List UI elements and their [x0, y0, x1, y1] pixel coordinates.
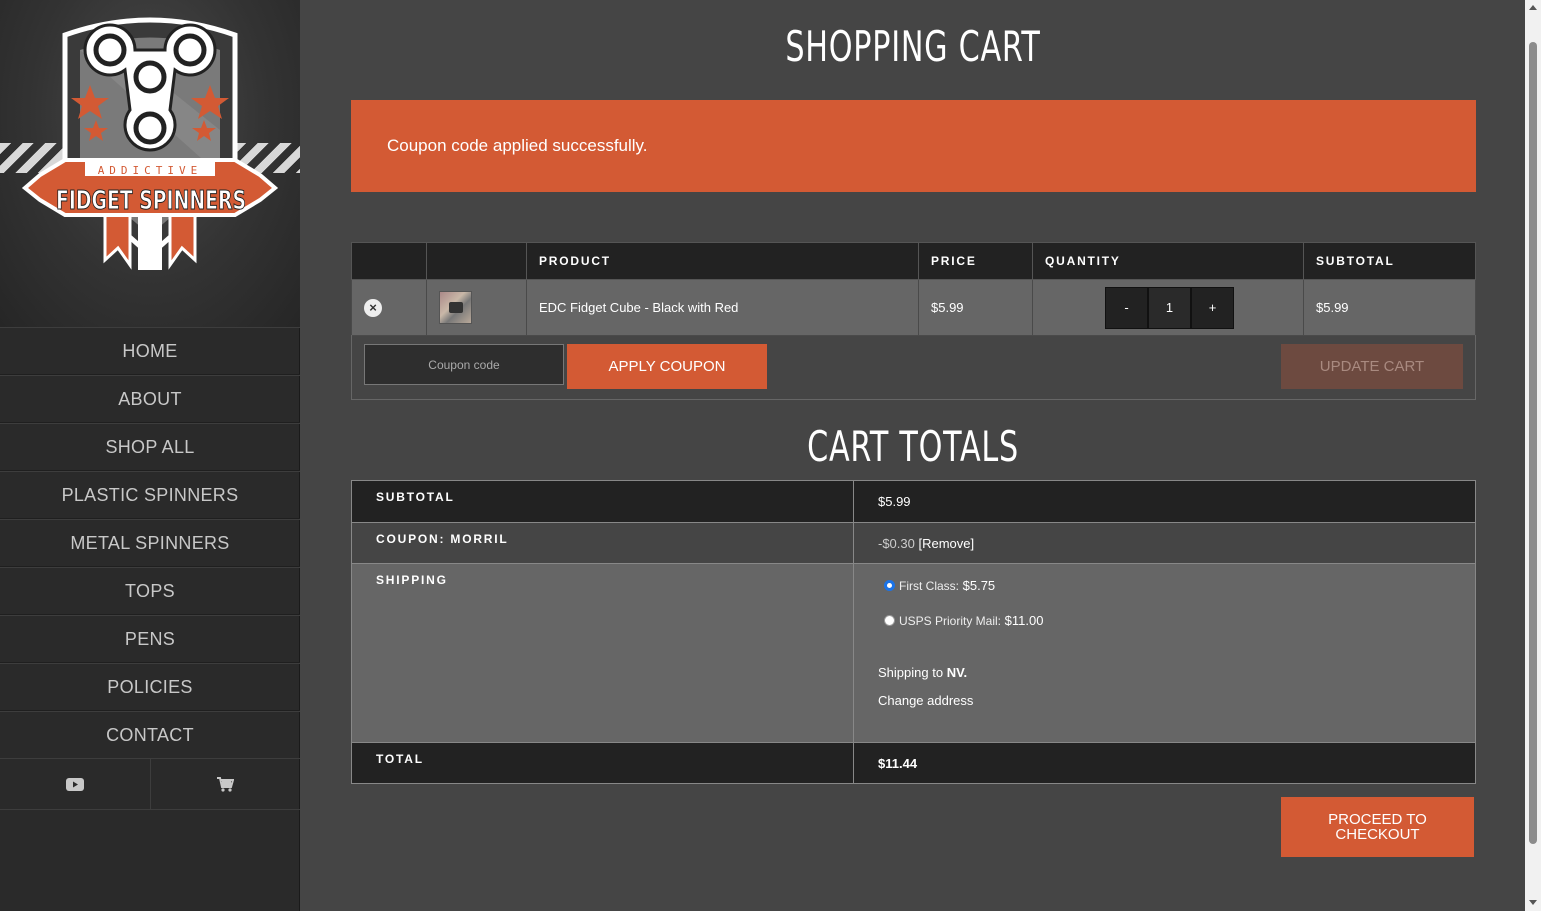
shipping-option-priority[interactable]: USPS Priority Mail: $11.00 — [884, 613, 1475, 665]
nav-item-plastic-spinners[interactable]: PLASTIC SPINNERS — [0, 471, 300, 519]
nav-item-metal-spinners[interactable]: METAL SPINNERS — [0, 519, 300, 567]
scroll-up-icon[interactable] — [1529, 5, 1537, 10]
page-title: SHOPPING CART — [785, 22, 1041, 71]
col-thumbnail — [426, 242, 527, 280]
col-quantity: QUANTITY — [1032, 242, 1304, 280]
totals-coupon-row: COUPON: MORRIL -$0.30 [Remove] — [351, 522, 1476, 564]
cart-table: PRODUCT PRICE QUANTITY SUBTOTAL × EDC Fi… — [351, 242, 1476, 336]
col-product: PRODUCT — [526, 242, 919, 280]
coupon-success-notice: Coupon code applied successfully. — [351, 100, 1476, 192]
subtotal-value: $5.99 — [853, 480, 1476, 523]
shipping-destination: Shipping to NV. — [878, 665, 968, 680]
social-bar — [0, 758, 300, 810]
fidget-spinner-logo[interactable]: ADDICTIVE FIDGET SPINNERS — [20, 10, 280, 300]
shipping-options-cell: First Class: $5.75 USPS Priority Mail: $… — [853, 563, 1476, 743]
nav-item-tops[interactable]: TOPS — [0, 567, 300, 615]
scroll-thumb[interactable] — [1529, 42, 1537, 844]
logo-top-text: ADDICTIVE — [98, 164, 203, 177]
coupon-label: COUPON: MORRIL — [351, 522, 854, 564]
youtube-icon — [65, 777, 84, 791]
nav-item-home[interactable]: HOME — [0, 327, 300, 375]
scrollbar[interactable] — [1525, 0, 1541, 911]
total-value: $11.44 — [853, 742, 1476, 784]
scroll-down-icon[interactable] — [1529, 900, 1537, 905]
product-thumbnail[interactable] — [439, 291, 472, 324]
cart-icon — [216, 776, 234, 792]
logo-brand-name: FIDGET SPINNERS — [56, 186, 246, 216]
shipping-label: SHIPPING — [351, 563, 854, 743]
total-label: TOTAL — [351, 742, 854, 784]
apply-coupon-button[interactable]: APPLY COUPON — [567, 344, 767, 389]
change-address-link[interactable]: Change address — [878, 693, 1475, 708]
update-cart-button[interactable]: UPDATE CART — [1281, 344, 1463, 389]
cart-link[interactable] — [149, 759, 301, 809]
shipping-radio-priority[interactable] — [884, 615, 895, 626]
col-price: PRICE — [918, 242, 1033, 280]
quantity-stepper: - 1 + — [1105, 286, 1234, 329]
remove-cell: × — [351, 279, 427, 336]
proceed-to-checkout-button[interactable]: PROCEED TO CHECKOUT — [1281, 797, 1474, 857]
sidebar: ADDICTIVE FIDGET SPINNERS HOME ABOUT SHO… — [0, 0, 300, 911]
nav-item-shop-all[interactable]: SHOP ALL — [0, 423, 300, 471]
shipping-option-first-class[interactable]: First Class: $5.75 — [884, 578, 1475, 613]
qty-increase-button[interactable]: + — [1191, 286, 1234, 329]
product-name[interactable]: EDC Fidget Cube - Black with Red — [526, 279, 919, 336]
product-price: $5.99 — [918, 279, 1033, 336]
nav-item-policies[interactable]: POLICIES — [0, 663, 300, 711]
totals-subtotal-row: SUBTOTAL $5.99 — [351, 480, 1476, 523]
subtotal-label: SUBTOTAL — [351, 480, 854, 523]
nav-item-about[interactable]: ABOUT — [0, 375, 300, 423]
logo-area: ADDICTIVE FIDGET SPINNERS — [0, 0, 300, 327]
cart-totals-title: CART TOTALS — [807, 422, 1019, 471]
coupon-remove-link[interactable]: [Remove] — [919, 536, 975, 551]
product-subtotal: $5.99 — [1303, 279, 1476, 336]
col-remove — [351, 242, 427, 280]
youtube-link[interactable] — [0, 759, 150, 809]
shipping-radio-first-class[interactable] — [884, 580, 895, 591]
quantity-cell: - 1 + — [1032, 279, 1304, 336]
thumbnail-cell — [426, 279, 527, 336]
cart-row: × EDC Fidget Cube - Black with Red $5.99… — [351, 279, 1476, 336]
coupon-code-input[interactable] — [364, 344, 564, 385]
main-content: SHOPPING CART Coupon code applied succes… — [301, 0, 1525, 911]
qty-decrease-button[interactable]: - — [1105, 286, 1148, 329]
qty-input[interactable]: 1 — [1148, 286, 1191, 329]
totals-shipping-row: SHIPPING First Class: $5.75 USPS Priorit… — [351, 563, 1476, 743]
main-nav: HOME ABOUT SHOP ALL PLASTIC SPINNERS MET… — [0, 327, 300, 759]
totals-total-row: TOTAL $11.44 — [351, 742, 1476, 784]
coupon-amount: -$0.30 — [878, 535, 915, 551]
coupon-actions-row: APPLY COUPON UPDATE CART — [351, 335, 1476, 400]
nav-item-contact[interactable]: CONTACT — [0, 711, 300, 759]
nav-item-pens[interactable]: PENS — [0, 615, 300, 663]
col-subtotal: SUBTOTAL — [1303, 242, 1476, 280]
remove-item-icon[interactable]: × — [364, 298, 382, 317]
cart-totals-table: SUBTOTAL $5.99 COUPON: MORRIL -$0.30 [Re… — [351, 480, 1476, 784]
coupon-value-cell: -$0.30 [Remove] — [853, 522, 1476, 564]
